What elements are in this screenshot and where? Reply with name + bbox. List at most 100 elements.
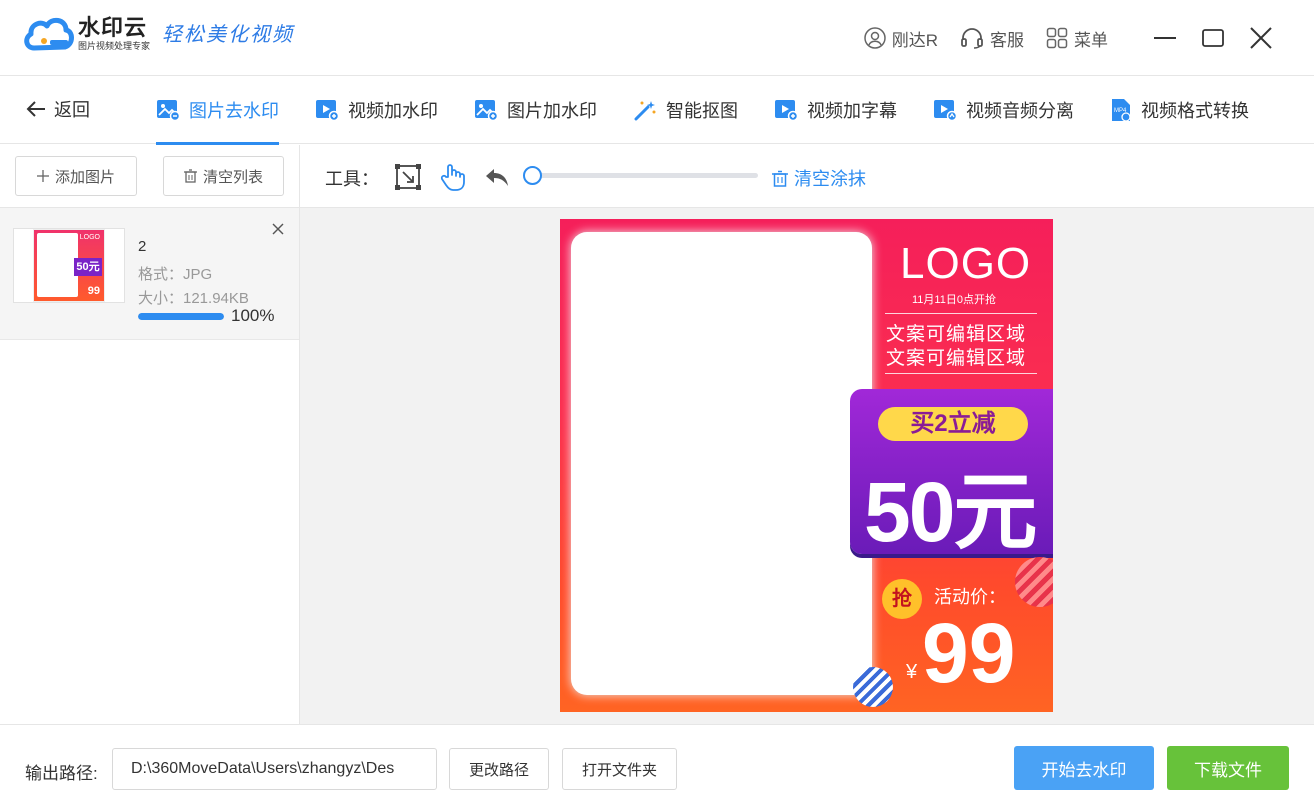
brush-size-slider-knob[interactable] xyxy=(523,166,542,185)
image-add-watermark-icon xyxy=(475,100,498,121)
file-list-item[interactable]: LOGO 50元 99 2 格式：JPG 大小：121.94KB 100% xyxy=(0,208,299,340)
feature-nav-bar: 返回 图片去水印 视频加水印 图片加水印 智能抠图 视频加字幕 视频音频分离 M… xyxy=(0,76,1314,145)
poster-date-text: 11月11日0点开抢 xyxy=(912,294,996,306)
close-icon xyxy=(272,223,284,235)
change-path-button[interactable]: 更改路径 xyxy=(449,748,549,790)
poster-buy-badge: 买2立减 xyxy=(878,407,1028,441)
add-image-button[interactable]: 添加图片 xyxy=(15,156,137,196)
tab-image-add-watermark[interactable]: 图片加水印 xyxy=(474,76,597,144)
maximize-button[interactable] xyxy=(1200,25,1226,51)
tab-label: 图片加水印 xyxy=(507,101,597,121)
tab-label: 视频格式转换 xyxy=(1141,101,1249,121)
thumbnail-price-text: 99 xyxy=(87,285,100,297)
striped-ball-decoration xyxy=(1015,557,1053,607)
tab-video-audio-split[interactable]: 视频音频分离 xyxy=(933,76,1074,144)
tab-video-subtitle[interactable]: 视频加字幕 xyxy=(774,76,897,144)
edit-toolbar: 工具： 清空涂抹 xyxy=(300,145,1314,208)
tools-label: 工具： xyxy=(325,169,379,189)
image-remove-watermark-icon xyxy=(157,100,180,121)
download-file-button[interactable]: 下载文件 xyxy=(1167,746,1289,790)
headset-icon xyxy=(961,28,983,49)
thumbnail-discount-text: 50元 xyxy=(74,258,102,276)
brush-size-slider[interactable] xyxy=(532,173,758,178)
file-size: 大小：121.94KB xyxy=(138,290,249,307)
user-icon xyxy=(863,27,886,49)
video-subtitle-icon xyxy=(775,100,798,121)
clear-list-label: 清空列表 xyxy=(202,168,263,186)
file-list-toolbar: 添加图片 清空列表 xyxy=(0,145,299,208)
app-logo: 水印云 图片视频处理专家 轻松美化视频 xyxy=(24,14,294,54)
poster-copy-line: 文案可编辑区域 xyxy=(886,348,1027,369)
back-button[interactable]: 返回 xyxy=(26,96,90,122)
minimize-icon xyxy=(1154,37,1176,39)
output-path-label: 输出路径: xyxy=(25,764,98,783)
magic-wand-icon xyxy=(634,101,656,121)
service-label: 客服 xyxy=(990,30,1024,50)
open-folder-button[interactable]: 打开文件夹 xyxy=(562,748,677,790)
video-audio-split-icon xyxy=(934,100,957,121)
preview-image[interactable]: LOGO 11月11日0点开抢 文案可编辑区域 文案可编辑区域 买2立减 50元… xyxy=(560,219,1053,712)
brand-name: 水印云 xyxy=(78,15,148,40)
tab-video-format-convert[interactable]: MP4 视频格式转换 xyxy=(1110,76,1249,144)
menu-button[interactable]: 菜单 xyxy=(1046,26,1108,51)
user-account-button[interactable]: 刚达R xyxy=(863,26,938,51)
striped-ball-decoration xyxy=(853,667,893,707)
slogan: 轻松美化视频 xyxy=(162,21,295,46)
remove-file-button[interactable] xyxy=(271,222,285,236)
poster-logo-text: LOGO xyxy=(900,239,1032,288)
poster-copy-line: 文案可编辑区域 xyxy=(886,324,1027,345)
maximize-icon xyxy=(1202,29,1224,47)
plus-icon xyxy=(36,170,49,182)
bottom-bar: 输出路径: 更改路径 打开文件夹 开始去水印 下载文件 xyxy=(0,724,1314,810)
thumbnail-logo-text: LOGO xyxy=(79,234,100,241)
file-format: 格式：JPG xyxy=(138,266,213,283)
menu-label: 菜单 xyxy=(1074,30,1108,50)
clear-list-button[interactable]: 清空列表 xyxy=(163,156,284,196)
trash-icon xyxy=(772,170,788,187)
video-add-watermark-icon xyxy=(316,100,339,121)
poster-discount-text: 50元 xyxy=(864,465,1037,559)
arrow-left-icon xyxy=(26,101,45,117)
progress-fill xyxy=(138,313,224,320)
tab-label: 视频音频分离 xyxy=(966,101,1074,121)
undo-icon xyxy=(486,169,508,186)
image-canvas[interactable]: LOGO 11月11日0点开抢 文案可编辑区域 文案可编辑区域 买2立减 50元… xyxy=(300,208,1314,724)
grid-menu-icon xyxy=(1046,27,1068,49)
start-remove-watermark-button[interactable]: 开始去水印 xyxy=(1014,746,1154,790)
tab-image-remove-watermark[interactable]: 图片去水印 xyxy=(156,76,279,145)
select-box-icon xyxy=(395,164,421,190)
tab-smart-cutout[interactable]: 智能抠图 xyxy=(633,76,738,144)
tab-label: 视频加水印 xyxy=(348,101,438,121)
close-button[interactable] xyxy=(1248,25,1274,51)
tab-video-add-watermark[interactable]: 视频加水印 xyxy=(315,76,438,144)
minimize-button[interactable] xyxy=(1152,25,1178,51)
select-region-tool[interactable] xyxy=(394,163,422,191)
brand-subtitle: 图片视频处理专家 xyxy=(78,41,151,51)
poster-price: 99 xyxy=(922,606,1016,700)
file-name: 2 xyxy=(138,238,147,255)
clear-smear-label: 清空涂抹 xyxy=(794,169,866,189)
undo-button[interactable] xyxy=(483,163,511,191)
customer-service-button[interactable]: 客服 xyxy=(960,26,1024,51)
cloud-logo-icon xyxy=(24,14,74,54)
tab-label: 图片去水印 xyxy=(189,101,279,121)
back-label: 返回 xyxy=(54,100,90,120)
close-icon xyxy=(1250,27,1272,49)
tab-label: 视频加字幕 xyxy=(807,101,897,121)
user-name: 刚达R xyxy=(891,30,938,50)
clear-smear-button[interactable]: 清空涂抹 xyxy=(772,165,866,191)
add-image-label: 添加图片 xyxy=(54,168,115,186)
poster-currency: ¥ xyxy=(906,661,918,683)
poster-discount-panel: 买2立减 50元 xyxy=(850,389,1053,559)
file-list-panel: 添加图片 清空列表 LOGO 50元 99 2 格式：JPG 大小：121.94… xyxy=(0,145,300,724)
poster-divider xyxy=(885,313,1037,314)
tab-label: 智能抠图 xyxy=(666,101,738,121)
progress-text: 100% xyxy=(231,306,275,325)
mp4-icon: MP4 xyxy=(1112,99,1131,122)
thumbnail-image: LOGO 50元 99 xyxy=(33,229,105,302)
progress-bar xyxy=(138,313,224,320)
output-path-input[interactable] xyxy=(112,748,437,790)
hand-pointer-icon xyxy=(440,164,465,191)
hand-pan-tool[interactable] xyxy=(439,163,467,191)
title-bar: 水印云 图片视频处理专家 轻松美化视频 刚达R 客服 菜单 xyxy=(0,0,1314,76)
